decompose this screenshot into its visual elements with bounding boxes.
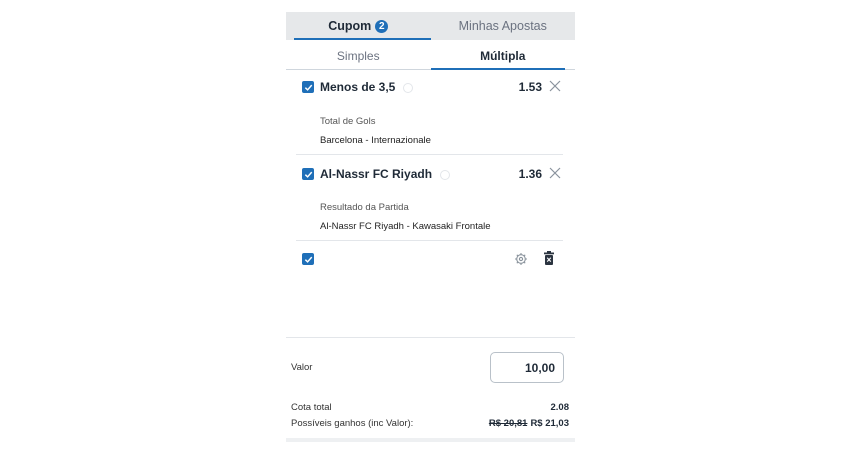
info-icon[interactable] — [403, 82, 414, 93]
selection-name: Menos de 3,5 — [320, 80, 414, 94]
selection-name-text: Menos de 3,5 — [320, 80, 396, 94]
total-odds-value: 2.08 — [550, 402, 570, 413]
check-icon — [304, 171, 312, 178]
potential-winnings-value: R$ 20,81 R$ 21,03 — [489, 418, 569, 429]
trash-icon[interactable] — [542, 251, 556, 266]
bet-slip-panel: Cupom 2 Minhas Apostas Simples Múltipla … — [286, 12, 575, 442]
selection-name-text: Al-Nassr FC Riyadh — [320, 167, 433, 181]
tab-multipla[interactable]: Múltipla — [430, 42, 576, 70]
info-icon[interactable] — [440, 169, 451, 180]
potential-winnings-new: R$ 21,03 — [530, 418, 569, 429]
selection-name: Al-Nassr FC Riyadh — [320, 167, 451, 181]
potential-winnings-old: R$ 20,81 — [488, 418, 528, 429]
selection-header: Menos de 3,5 1.53 — [300, 79, 562, 97]
cupom-count-badge: 2 — [375, 19, 389, 33]
sub-tabs: Simples Múltipla — [286, 42, 575, 70]
tab-cupom[interactable]: Cupom 2 — [286, 12, 431, 40]
selection-odd: 1.53 — [518, 80, 542, 94]
divider — [296, 240, 563, 241]
selection-item: Al-Nassr FC Riyadh 1.36 Resultado da Par… — [300, 166, 562, 236]
selection-market: Total de Gols — [320, 116, 376, 127]
selection-match: Al-Nassr FC Riyadh - Kawasaki Frontale — [320, 221, 491, 232]
slip-actions — [300, 251, 562, 268]
selection-header: Al-Nassr FC Riyadh 1.36 — [300, 166, 562, 184]
select-all-checkbox[interactable] — [302, 253, 314, 265]
close-icon[interactable] — [548, 79, 562, 93]
selection-checkbox[interactable] — [302, 81, 314, 93]
top-tabs: Cupom 2 Minhas Apostas — [286, 12, 575, 40]
bottom-bar — [286, 438, 575, 442]
close-icon[interactable] — [548, 166, 562, 180]
divider — [296, 154, 563, 155]
tab-simples[interactable]: Simples — [286, 42, 431, 69]
stake-input[interactable] — [490, 352, 564, 383]
tab-multipla-label: Múltipla — [480, 48, 526, 63]
total-odds-label: Cota total — [291, 402, 332, 413]
selection-odd: 1.36 — [518, 167, 542, 181]
footer-divider — [286, 337, 575, 338]
tab-simples-label: Simples — [336, 48, 380, 63]
tab-minhas-apostas[interactable]: Minhas Apostas — [431, 12, 576, 40]
valor-label: Valor — [291, 362, 313, 373]
gear-icon[interactable] — [514, 252, 528, 266]
selection-checkbox[interactable] — [302, 168, 314, 180]
selection-match: Barcelona - Internazionale — [320, 135, 431, 146]
tab-minhas-apostas-label: Minhas Apostas — [458, 19, 547, 33]
check-icon — [304, 84, 312, 91]
selection-item: Menos de 3,5 1.53 Total de Gols Barcelon… — [300, 79, 562, 149]
check-icon — [304, 256, 312, 263]
tab-cupom-label: Cupom — [328, 19, 372, 33]
selection-market: Resultado da Partida — [320, 202, 409, 213]
potential-winnings-label: Possíveis ganhos (inc Valor): — [291, 418, 414, 429]
